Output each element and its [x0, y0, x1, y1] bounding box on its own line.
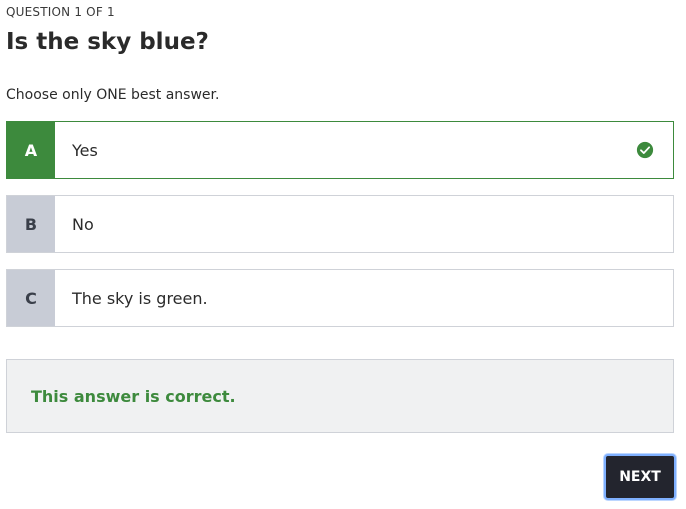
question-counter: QUESTION 1 OF 1 — [6, 5, 115, 19]
option-letter: C — [7, 270, 55, 326]
option-letter: A — [7, 122, 55, 178]
check-circle-icon — [636, 141, 654, 159]
feedback-panel: This answer is correct. — [6, 359, 674, 433]
feedback-message: This answer is correct. — [31, 386, 236, 406]
option-letter: B — [7, 196, 55, 252]
answer-option-b[interactable]: B No — [6, 195, 674, 253]
answer-option-c[interactable]: C The sky is green. — [6, 269, 674, 327]
question-title: Is the sky blue? — [6, 29, 209, 55]
option-text: Yes — [72, 140, 98, 160]
next-button[interactable]: NEXT — [604, 454, 676, 500]
option-text: No — [72, 214, 94, 234]
question-instruction: Choose only ONE best answer. — [6, 87, 220, 103]
option-text: The sky is green. — [72, 288, 208, 308]
answer-option-a[interactable]: A Yes — [6, 121, 674, 179]
